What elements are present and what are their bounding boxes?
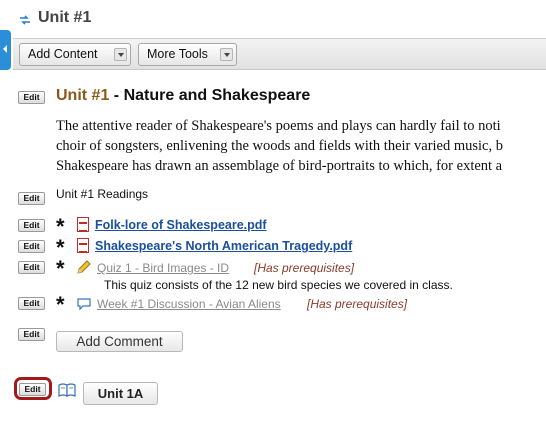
module-description: The attentive reader of Shakespeare's po…	[56, 116, 546, 176]
description-line: choir of songsters, enlivening the woods…	[56, 138, 503, 154]
module-heading: Unit #1 - Nature and Shakespeare	[56, 87, 310, 105]
description-line: Shakespeare has drawn an assemblage of b…	[56, 158, 503, 174]
sync-icon[interactable]	[18, 13, 32, 27]
add-content-label: Add Content	[28, 47, 98, 61]
page-title: Unit #1	[38, 9, 92, 26]
prerequisite-status: [Has prerequisites]	[254, 261, 355, 275]
more-tools-button[interactable]: More Tools	[138, 43, 237, 66]
module-title: - Nature and Shakespeare	[109, 87, 311, 104]
edit-readings-button[interactable]: Edit	[18, 192, 45, 205]
pdf-icon	[77, 238, 89, 253]
required-marker: *	[56, 292, 65, 317]
edit-comment-button[interactable]: Edit	[18, 328, 45, 341]
toolbar: Add Content More Tools	[13, 38, 546, 70]
item-link-north-american-tragedy[interactable]: Shakespeare's North American Tragedy.pdf	[95, 239, 352, 253]
add-comment-button[interactable]: Add Comment	[56, 331, 183, 352]
edit-item-button[interactable]: Edit	[18, 219, 45, 232]
collapse-sidebar-tab[interactable]	[0, 30, 11, 70]
required-marker: *	[56, 235, 65, 260]
item-description: This quiz consists of the 12 new bird sp…	[104, 278, 453, 292]
chevron-left-icon	[3, 45, 7, 53]
readings-label: Unit #1 Readings	[56, 187, 149, 201]
chevron-down-icon	[114, 48, 127, 61]
chevron-down-icon	[220, 48, 233, 61]
more-tools-label: More Tools	[147, 47, 208, 61]
book-icon	[58, 383, 76, 397]
item-link-discussion[interactable]: Week #1 Discussion - Avian Aliens	[97, 297, 281, 311]
edit-item-button[interactable]: Edit	[18, 240, 45, 253]
required-marker: *	[56, 256, 65, 281]
pencil-icon	[77, 260, 91, 274]
edit-heading-button[interactable]: Edit	[18, 91, 45, 104]
item-link-quiz[interactable]: Quiz 1 - Bird Images - ID	[97, 261, 229, 275]
page-header: Unit #1	[0, 0, 546, 38]
description-line: The attentive reader of Shakespeare's po…	[56, 118, 501, 134]
item-link-folk-lore[interactable]: Folk-lore of Shakespeare.pdf	[95, 218, 267, 232]
edit-item-button[interactable]: Edit	[18, 297, 45, 310]
prerequisite-status: [Has prerequisites]	[307, 297, 408, 311]
add-content-button[interactable]: Add Content	[19, 43, 131, 66]
module-number: Unit #1	[56, 87, 110, 104]
pdf-icon	[77, 217, 89, 232]
speech-bubble-icon	[77, 298, 91, 311]
edit-item-button[interactable]: Edit	[18, 261, 45, 274]
sub-unit-button[interactable]: Unit 1A	[83, 382, 158, 405]
required-marker: *	[56, 214, 65, 239]
edit-sub-unit-button[interactable]: Edit	[19, 383, 46, 396]
